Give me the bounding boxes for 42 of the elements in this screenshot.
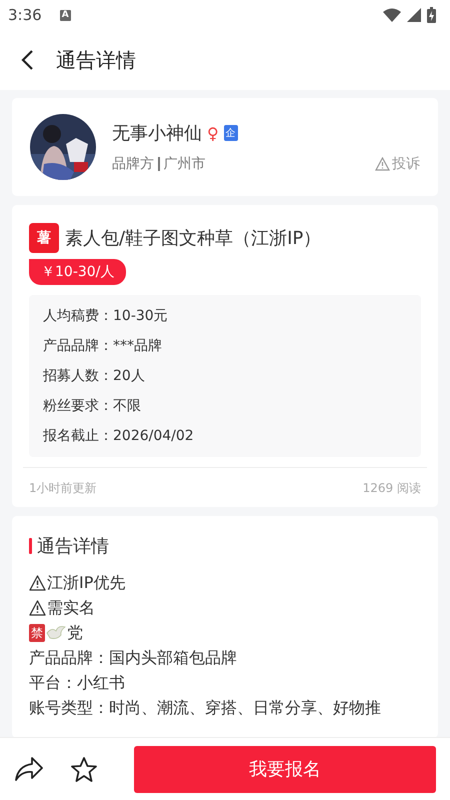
detail-text: 党 — [67, 622, 83, 644]
share-icon[interactable] — [14, 756, 44, 782]
info-label: 粉丝要求： — [43, 397, 113, 416]
info-label: 人均稿费： — [43, 307, 113, 326]
update-time: 1小时前更新 — [29, 480, 97, 497]
price-tag: ￥10-30/人 — [29, 259, 126, 285]
report-link[interactable]: 投诉 — [375, 155, 420, 173]
detail-text: 账号类型：时尚、潮流、穿搭、日常分享、好物推 — [29, 697, 381, 719]
page-title: 通告详情 — [56, 46, 136, 74]
publisher-name: 无事小神仙 — [112, 122, 202, 145]
ban-badge: 禁 — [29, 624, 45, 642]
detail-text: 江浙IP优先 — [47, 572, 126, 594]
wifi-icon — [383, 8, 401, 22]
publisher-city: 广州市 — [164, 155, 206, 173]
info-value: ***品牌 — [113, 337, 162, 356]
apply-button[interactable]: 我要报名 — [134, 746, 436, 792]
task-title: 素人包/鞋子图文种草（江浙IP） — [65, 227, 322, 250]
read-count: 1269 阅读 — [362, 480, 421, 497]
enterprise-badge: 企 — [224, 125, 238, 141]
star-icon[interactable] — [70, 756, 98, 782]
notification-icon: A — [60, 10, 71, 20]
signal-icon — [407, 8, 421, 22]
female-icon: ♀ — [207, 124, 219, 142]
info-value: 10-30元 — [113, 307, 168, 326]
info-label: 招募人数： — [43, 367, 113, 386]
battery-icon — [427, 7, 436, 23]
detail-text: 需实名 — [47, 597, 95, 619]
warning-icon — [29, 600, 46, 616]
section-title: 通告详情 — [37, 535, 109, 558]
status-time: 3:36 — [8, 6, 42, 24]
back-icon[interactable] — [20, 49, 34, 71]
info-value: 不限 — [113, 397, 141, 416]
info-value: 20人 — [113, 367, 145, 386]
detail-text: 平台：小红书 — [29, 672, 125, 694]
info-label: 产品品牌： — [43, 337, 113, 356]
warning-icon — [29, 574, 46, 590]
info-value: 2026/04/02 — [113, 427, 194, 446]
platform-badge: 薯 — [29, 223, 59, 253]
warning-icon — [375, 157, 390, 171]
info-label: 报名截止： — [43, 427, 113, 446]
publisher-role: 品牌方 — [112, 155, 154, 173]
detail-text: 产品品牌：国内头部箱包品牌 — [29, 647, 237, 669]
